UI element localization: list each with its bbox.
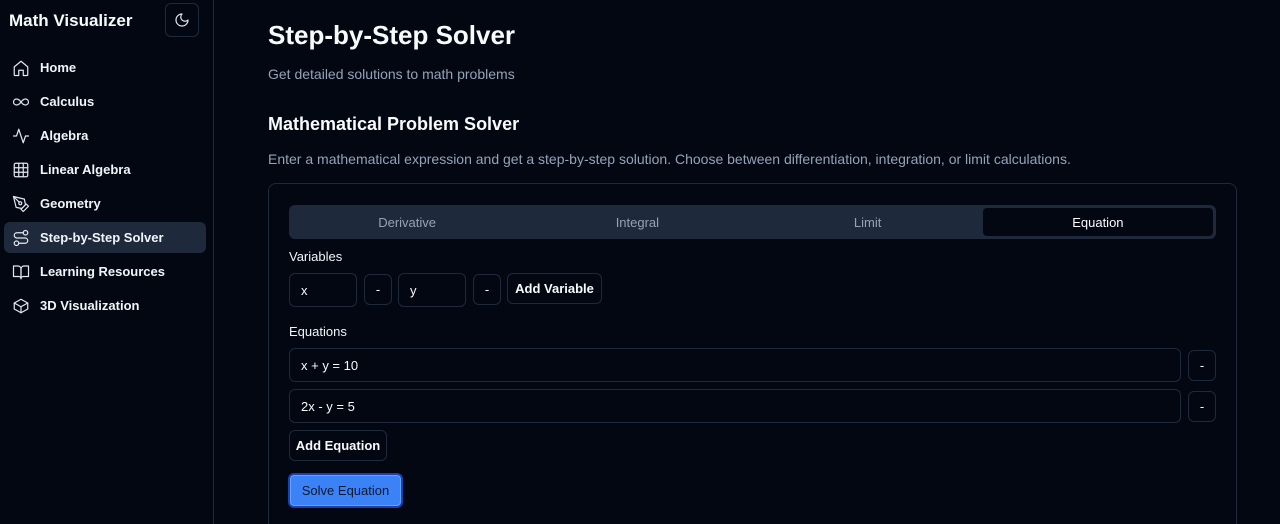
equation-input-2[interactable] <box>289 389 1181 423</box>
route-icon <box>12 229 30 247</box>
theme-toggle-button[interactable] <box>165 3 199 37</box>
sidebar-item-label: Calculus <box>40 94 95 109</box>
app-title: Math Visualizer <box>9 11 133 30</box>
sidebar-item-label: Step-by-Step Solver <box>40 230 164 245</box>
remove-variable-y-button[interactable]: - <box>473 274 501 305</box>
sidebar-item-learning-resources[interactable]: Learning Resources <box>4 256 206 287</box>
sidebar-nav: Home Calculus Algebra Linear Algebra Geo… <box>4 52 206 324</box>
remove-equation-1-button[interactable]: - <box>1188 350 1216 381</box>
sidebar-item-algebra[interactable]: Algebra <box>4 120 206 151</box>
variables-label: Variables <box>289 249 343 264</box>
infinity-icon <box>12 93 30 111</box>
tab-equation[interactable]: Equation <box>982 208 1213 236</box>
sidebar-item-label: Home <box>40 60 77 75</box>
solver-tabs: Derivative Integral Limit Equation <box>289 205 1216 239</box>
variable-input-x[interactable] <box>289 273 357 307</box>
equation-input-1[interactable] <box>289 348 1181 382</box>
grid-icon <box>12 161 30 179</box>
sidebar-item-label: Linear Algebra <box>40 162 131 177</box>
section-title: Mathematical Problem Solver <box>268 114 520 134</box>
variable-input-y[interactable] <box>398 273 466 307</box>
sidebar-item-geometry[interactable]: Geometry <box>4 188 206 219</box>
pen-tool-icon <box>12 195 30 213</box>
sidebar-item-calculus[interactable]: Calculus <box>4 86 206 117</box>
main-content: Step-by-Step Solver Get detailed solutio… <box>214 0 1280 524</box>
sidebar-item-home[interactable]: Home <box>4 52 206 83</box>
equations-label: Equations <box>289 324 347 339</box>
sidebar-item-linear-algebra[interactable]: Linear Algebra <box>4 154 206 185</box>
sidebar-item-step-by-step-solver[interactable]: Step-by-Step Solver <box>4 222 206 253</box>
activity-icon <box>12 127 30 145</box>
box-icon <box>12 297 30 315</box>
sidebar-item-label: Learning Resources <box>40 264 165 279</box>
home-icon <box>12 59 30 77</box>
section-description: Enter a mathematical expression and get … <box>268 151 1071 167</box>
page-subtitle: Get detailed solutions to math problems <box>268 66 515 82</box>
tab-limit[interactable]: Limit <box>753 208 983 236</box>
book-icon <box>12 263 30 281</box>
sidebar: Math Visualizer Home Calculus Algebra Li… <box>0 0 214 524</box>
tab-derivative[interactable]: Derivative <box>292 208 522 236</box>
sidebar-item-label: Algebra <box>40 128 89 143</box>
moon-icon <box>175 13 189 27</box>
solver-card: Derivative Integral Limit Equation Varia… <box>268 183 1237 524</box>
sidebar-item-label: 3D Visualization <box>40 298 140 313</box>
tab-integral[interactable]: Integral <box>522 208 752 236</box>
remove-variable-x-button[interactable]: - <box>364 274 392 305</box>
add-equation-button[interactable]: Add Equation <box>289 430 387 461</box>
solve-equation-button[interactable]: Solve Equation <box>288 473 403 508</box>
remove-equation-2-button[interactable]: - <box>1188 391 1216 422</box>
page-title: Step-by-Step Solver <box>268 20 516 50</box>
add-variable-button[interactable]: Add Variable <box>507 273 602 304</box>
sidebar-item-3d-visualization[interactable]: 3D Visualization <box>4 290 206 321</box>
sidebar-item-label: Geometry <box>40 196 101 211</box>
